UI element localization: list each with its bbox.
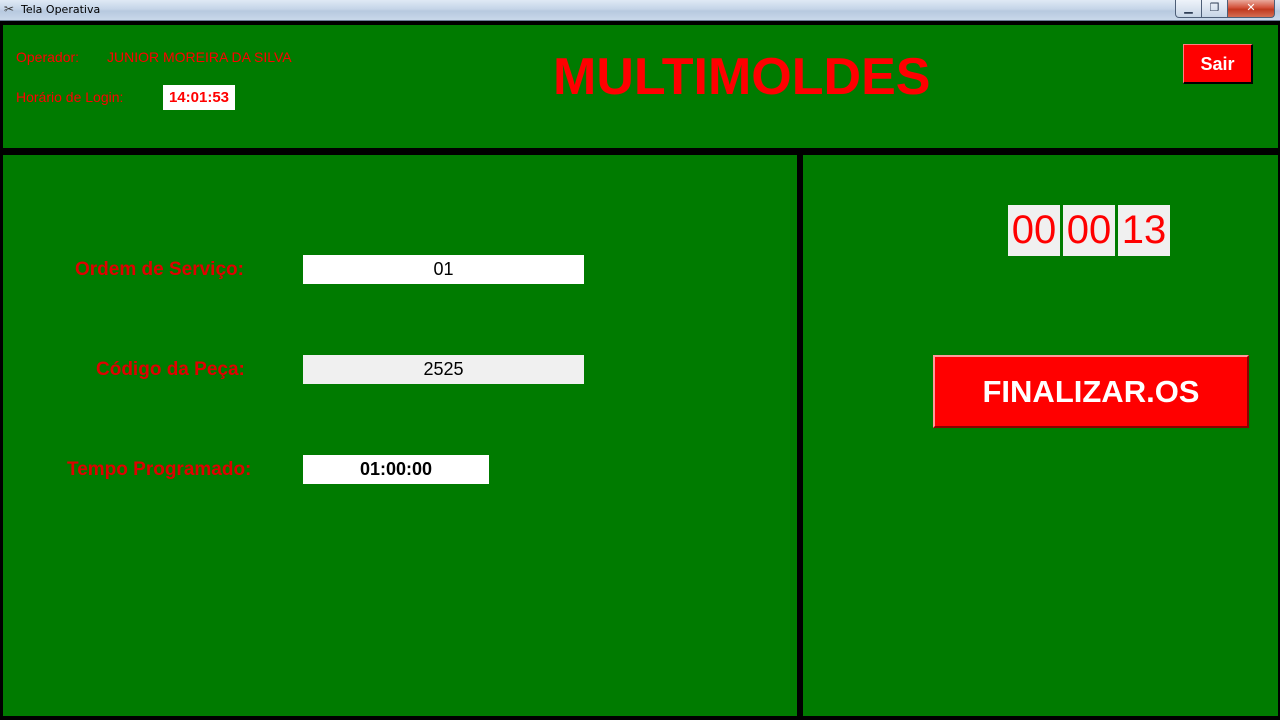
timer-minutes: 00 bbox=[1063, 205, 1115, 256]
login-time-value: 14:01:53 bbox=[163, 85, 235, 110]
finish-order-button[interactable]: FINALIZAR.OS bbox=[933, 355, 1249, 428]
brand-title: MULTIMOLDES bbox=[553, 48, 931, 106]
bottom-edge bbox=[0, 716, 1280, 720]
operator-label: Operador: bbox=[16, 49, 80, 65]
header-panel: Operador: JUNIOR MOREIRA DA SILVA Horári… bbox=[3, 25, 1278, 148]
close-button[interactable]: ✕ bbox=[1228, 0, 1275, 18]
service-order-label: Ordem de Serviço: bbox=[75, 259, 244, 280]
timer-panel: 00 00 13 FINALIZAR.OS bbox=[803, 155, 1278, 716]
operator-name: JUNIOR MOREIRA DA SILVA bbox=[107, 49, 292, 65]
service-order-field[interactable]: 01 bbox=[303, 255, 584, 284]
login-time-label: Horário de Login: bbox=[16, 89, 124, 105]
exit-button[interactable]: Sair bbox=[1183, 44, 1253, 84]
part-code-field: 2525 bbox=[303, 355, 584, 384]
order-details-panel: Ordem de Serviço: 01 Código da Peça: 252… bbox=[3, 155, 797, 716]
minimize-button[interactable]: ▁ bbox=[1175, 0, 1202, 18]
programmed-time-field: 01:00:00 bbox=[303, 455, 489, 484]
window-title-bar: ✂ Tela Operativa ▁ ❐ ✕ bbox=[0, 0, 1280, 21]
window-controls: ▁ ❐ ✕ bbox=[1175, 0, 1275, 18]
timer-seconds: 13 bbox=[1118, 205, 1170, 256]
app-icon: ✂ bbox=[4, 2, 15, 16]
programmed-time-label: Tempo Programado: bbox=[67, 459, 252, 480]
restore-button[interactable]: ❐ bbox=[1202, 0, 1228, 18]
elapsed-timer: 00 00 13 bbox=[1008, 205, 1170, 256]
part-code-label: Código da Peça: bbox=[96, 359, 245, 380]
timer-hours: 00 bbox=[1008, 205, 1060, 256]
window-title: Tela Operativa bbox=[21, 3, 101, 16]
